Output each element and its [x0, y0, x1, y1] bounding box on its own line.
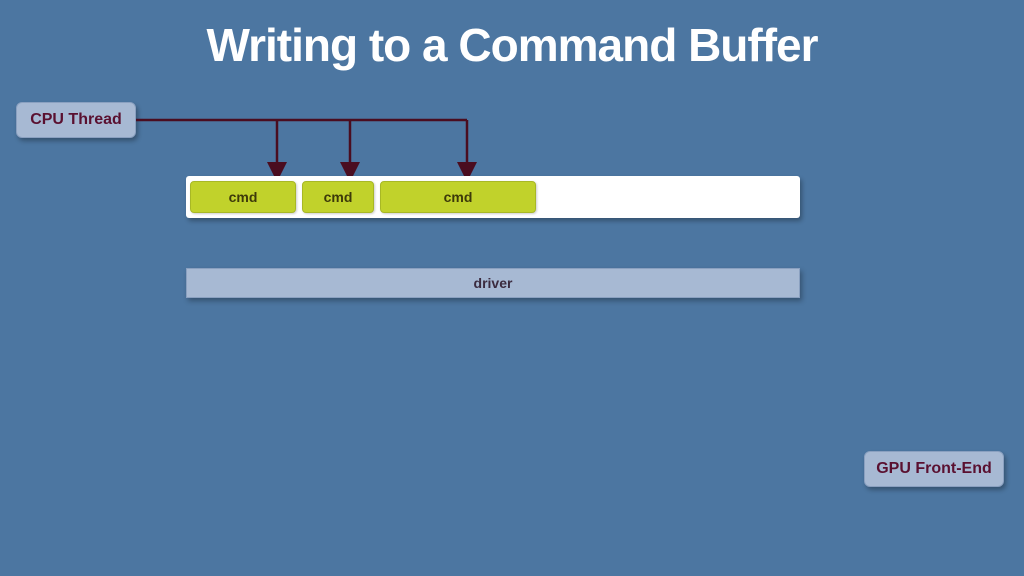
cmd-block-3: cmd [380, 181, 536, 213]
slide-title: Writing to a Command Buffer [0, 18, 1024, 72]
command-buffer: cmd cmd cmd [186, 176, 800, 218]
cpu-thread-box: CPU Thread [16, 102, 136, 138]
cmd-block-2: cmd [302, 181, 374, 213]
gpu-front-end-box: GPU Front-End [864, 451, 1004, 487]
cmd-block-1: cmd [190, 181, 296, 213]
driver-box: driver [186, 268, 800, 298]
